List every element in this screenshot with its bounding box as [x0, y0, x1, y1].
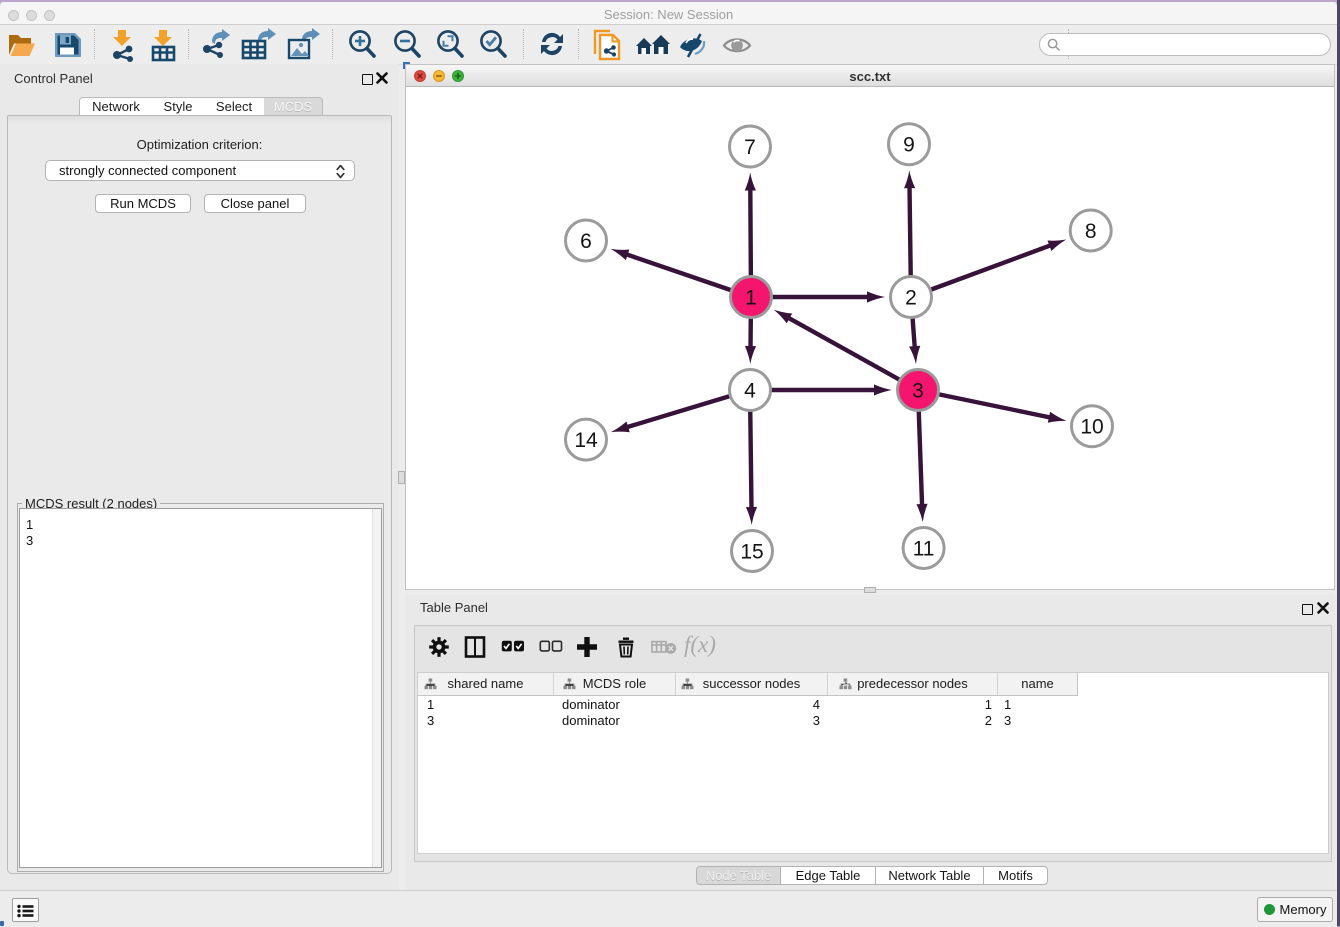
- svg-text:8: 8: [1085, 220, 1097, 243]
- svg-text:1: 1: [745, 287, 757, 310]
- svg-text:14: 14: [574, 429, 598, 452]
- svg-text:3: 3: [912, 380, 924, 403]
- svg-text:10: 10: [1080, 416, 1103, 439]
- svg-text:2: 2: [905, 287, 917, 310]
- svg-text:6: 6: [580, 230, 592, 253]
- svg-text:15: 15: [740, 541, 763, 564]
- svg-text:9: 9: [903, 134, 915, 157]
- svg-text:11: 11: [913, 538, 935, 561]
- svg-text:7: 7: [744, 136, 756, 159]
- svg-text:4: 4: [744, 380, 756, 403]
